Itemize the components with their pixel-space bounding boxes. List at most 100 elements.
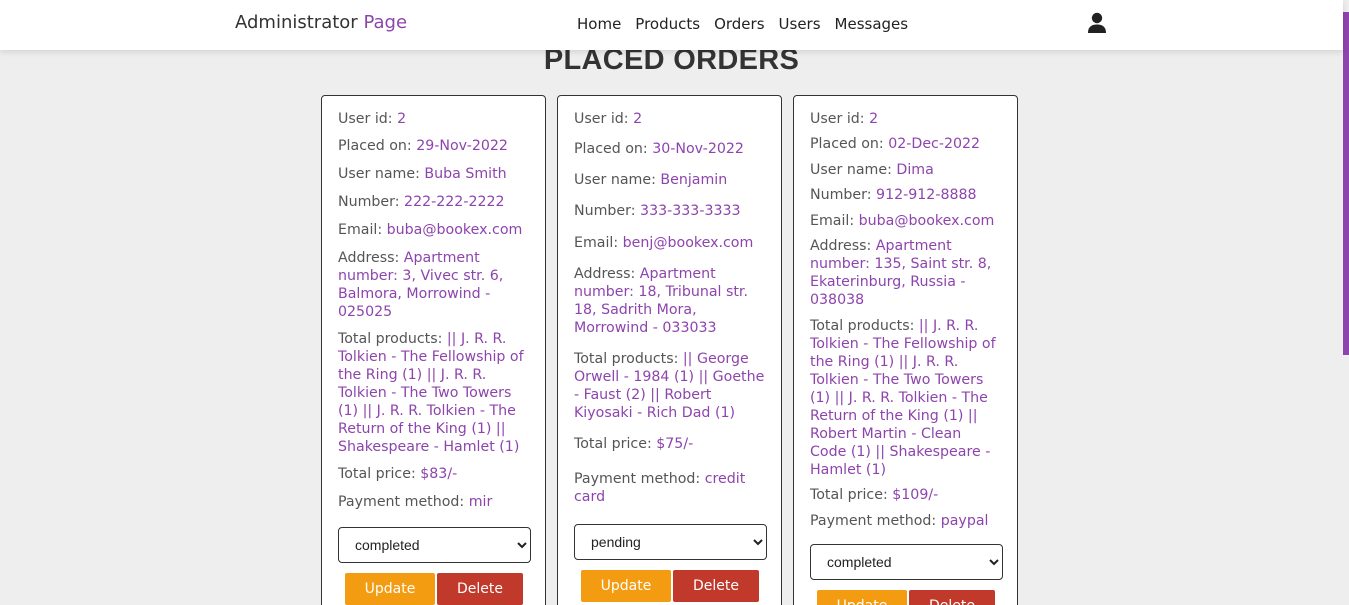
payment-value: paypal (940, 513, 989, 529)
order-card: User id: 2 Placed on: 29-Nov-2022 User n… (321, 95, 546, 605)
label: Total price: (338, 466, 416, 482)
total-price-row: Total price: $109/- (810, 486, 1001, 504)
label: Email: (574, 234, 619, 251)
payment-value: mir (468, 494, 493, 510)
email-value: buba@bookex.com (386, 222, 523, 238)
user-icon[interactable] (1087, 12, 1107, 34)
placed-on-row: Placed on: 30-Nov-2022 (574, 140, 765, 158)
order-card: User id: 2 Placed on: 30-Nov-2022 User n… (557, 95, 782, 605)
delete-button[interactable]: Delete (437, 573, 523, 605)
label: User name: (574, 172, 656, 189)
payment-row: Payment method: paypal (810, 512, 1001, 530)
number-row: Number: 912-912-8888 (810, 186, 1001, 204)
label: Payment method: (338, 494, 465, 510)
total-products-row: Total products: || J. R. R. Tolkien - Th… (338, 330, 529, 456)
label: User id: (338, 111, 393, 127)
total-price-value: $83/- (420, 466, 458, 482)
label: Placed on: (338, 138, 412, 154)
label: Address: (574, 265, 636, 282)
user-name-row: User name: Dima (810, 161, 1001, 179)
user-name-row: User name: Benjamin (574, 171, 765, 189)
total-products-row: Total products: || J. R. R. Tolkien - Th… (810, 317, 1001, 479)
user-id-row: User id: 2 (338, 110, 529, 128)
email-row: Email: buba@bookex.com (338, 221, 529, 239)
main-nav: Home Products Orders Users Messages (577, 15, 922, 33)
email-value: buba@bookex.com (858, 213, 995, 229)
label: Total price: (574, 436, 652, 453)
status-select[interactable]: completed (810, 544, 1003, 580)
scrollbar[interactable] (1343, 0, 1349, 605)
user-name-value: Buba Smith (424, 166, 507, 182)
logo-accent: Page (363, 12, 408, 33)
email-row: Email: benj@bookex.com (574, 234, 765, 252)
total-price-row: Total price: $83/- (338, 465, 529, 483)
user-id-row: User id: 2 (574, 110, 765, 128)
label: Total products: (810, 318, 915, 334)
card-actions: Update Delete (574, 570, 765, 603)
label: User id: (810, 111, 865, 127)
label: Total products: (338, 331, 443, 347)
card-actions: Update Delete (810, 590, 1001, 605)
label: Email: (810, 213, 855, 229)
label: Number: (338, 194, 400, 210)
address-row: Address: Apartment number: 3, Vivec str.… (338, 249, 529, 321)
number-value: 333-333-3333 (640, 203, 741, 220)
email-value: benj@bookex.com (622, 234, 754, 251)
total-products-value: || J. R. R. Tolkien - The Fellowship of … (338, 331, 524, 455)
header: Administrator Page Home Products Orders … (0, 0, 1343, 50)
delete-button[interactable]: Delete (909, 590, 995, 605)
placed-on-row: Placed on: 02-Dec-2022 (810, 135, 1001, 153)
payment-row: Payment method: credit card (574, 470, 765, 506)
nav-users[interactable]: Users (779, 15, 821, 33)
user-name-row: User name: Buba Smith (338, 165, 529, 183)
label: Total products: (574, 350, 679, 367)
update-button[interactable]: Update (581, 570, 671, 603)
update-button[interactable]: Update (817, 590, 907, 605)
user-name-value: Benjamin (660, 172, 728, 189)
update-button[interactable]: Update (345, 573, 435, 605)
total-price-value: $109/- (892, 487, 939, 503)
payment-row: Payment method: mir (338, 493, 529, 511)
status-select[interactable]: pending (574, 524, 767, 561)
user-name-value: Dima (896, 162, 934, 178)
total-products-row: Total products: || George Orwell - 1984 … (574, 350, 765, 422)
placed-on-row: Placed on: 29-Nov-2022 (338, 137, 529, 155)
label: Number: (574, 203, 636, 220)
nav-home[interactable]: Home (577, 15, 621, 33)
user-id-value: 2 (633, 111, 643, 127)
total-products-value: || J. R. R. Tolkien - The Fellowship of … (810, 318, 996, 478)
label: Placed on: (574, 141, 648, 157)
number-row: Number: 333-333-3333 (574, 202, 765, 220)
label: User id: (574, 111, 629, 127)
address-row: Address: Apartment number: 18, Tribunal … (574, 265, 765, 337)
address-row: Address: Apartment number: 135, Saint st… (810, 237, 1001, 309)
label: Number: (810, 187, 872, 203)
label: User name: (338, 166, 420, 182)
label: Email: (338, 222, 383, 238)
card-actions: Update Delete (338, 573, 529, 605)
label: User name: (810, 162, 892, 178)
placed-on-value: 02-Dec-2022 (888, 136, 981, 152)
delete-button[interactable]: Delete (673, 570, 759, 603)
placed-on-value: 29-Nov-2022 (416, 138, 508, 154)
label: Placed on: (810, 136, 884, 152)
nav-products[interactable]: Products (635, 15, 700, 33)
logo-main: Administrator (235, 12, 358, 33)
order-card: User id: 2 Placed on: 02-Dec-2022 User n… (793, 95, 1018, 605)
number-value: 912-912-8888 (876, 187, 977, 203)
total-price-row: Total price: $75/- (574, 435, 765, 453)
logo[interactable]: Administrator Page (235, 12, 407, 33)
total-price-value: $75/- (656, 436, 694, 453)
label: Payment method: (810, 513, 937, 529)
user-id-row: User id: 2 (810, 110, 1001, 128)
nav-orders[interactable]: Orders (714, 15, 764, 33)
placed-on-value: 30-Nov-2022 (652, 141, 744, 157)
status-select[interactable]: completed (338, 527, 531, 563)
user-id-value: 2 (869, 111, 879, 127)
scrollbar-thumb[interactable] (1343, 12, 1349, 355)
label: Address: (810, 238, 872, 254)
number-row: Number: 222-222-2222 (338, 193, 529, 211)
email-row: Email: buba@bookex.com (810, 212, 1001, 230)
nav-messages[interactable]: Messages (835, 15, 909, 33)
label: Total price: (810, 487, 888, 503)
